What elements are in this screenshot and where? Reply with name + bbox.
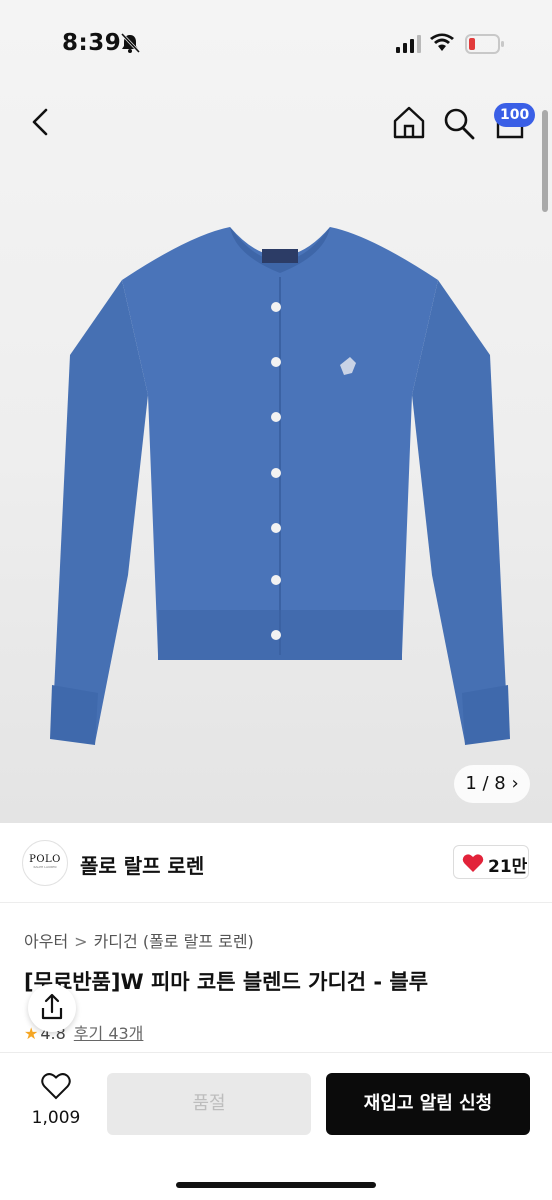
product-title: [무료반품]W 피마 코튼 블렌드 가디건 - 블루 — [24, 970, 429, 994]
cart-count-badge: 100 — [494, 103, 536, 127]
heart-filled-icon — [462, 854, 484, 872]
signal-icon — [396, 35, 421, 53]
brand-like-count: 21만 — [488, 857, 528, 877]
home-indicator — [176, 1182, 376, 1188]
breadcrumb-separator: > — [74, 932, 88, 951]
soldout-button[interactable]: 품절 — [107, 1073, 311, 1135]
reviews-link[interactable]: 후기 43개 — [74, 1024, 144, 1043]
brand-like-button[interactable]: 21만 — [453, 845, 529, 879]
brand-name[interactable]: 폴로 랄프 로렌 — [80, 850, 204, 879]
search-icon[interactable] — [440, 103, 478, 143]
wifi-icon — [430, 33, 454, 51]
status-time: 8:39 — [62, 30, 122, 56]
home-icon[interactable] — [389, 103, 429, 143]
heart-outline-icon — [41, 1073, 71, 1100]
breadcrumb-level1[interactable]: 아우터 — [24, 932, 68, 951]
share-icon — [41, 993, 63, 1020]
battery-icon — [465, 34, 504, 54]
image-pager[interactable]: 1 / 8 › — [454, 765, 530, 803]
status-bar: 8:39 — [0, 0, 552, 88]
divider — [0, 902, 552, 903]
share-button[interactable] — [28, 984, 76, 1032]
silent-bell-icon — [120, 32, 141, 54]
back-arrow-icon[interactable] — [24, 104, 60, 140]
breadcrumb: 아우터 > 카디건 (폴로 랄프 로렌) — [24, 928, 254, 952]
cardigan-image — [50, 227, 510, 745]
scrollbar[interactable] — [542, 110, 548, 212]
brand-logo[interactable]: POLO RALPH LAUREN — [22, 840, 68, 886]
restock-alert-button[interactable]: 재입고 알림 신청 — [326, 1073, 530, 1135]
brand-logo-text: POLO — [29, 854, 61, 865]
wishlist-button[interactable]: 1,009 — [20, 1072, 92, 1134]
brand-logo-subtext: RALPH LAUREN — [33, 865, 57, 869]
breadcrumb-level2[interactable]: 카디건 (폴로 랄프 로렌) — [94, 932, 254, 951]
wishlist-count: 1,009 — [31, 1108, 81, 1128]
